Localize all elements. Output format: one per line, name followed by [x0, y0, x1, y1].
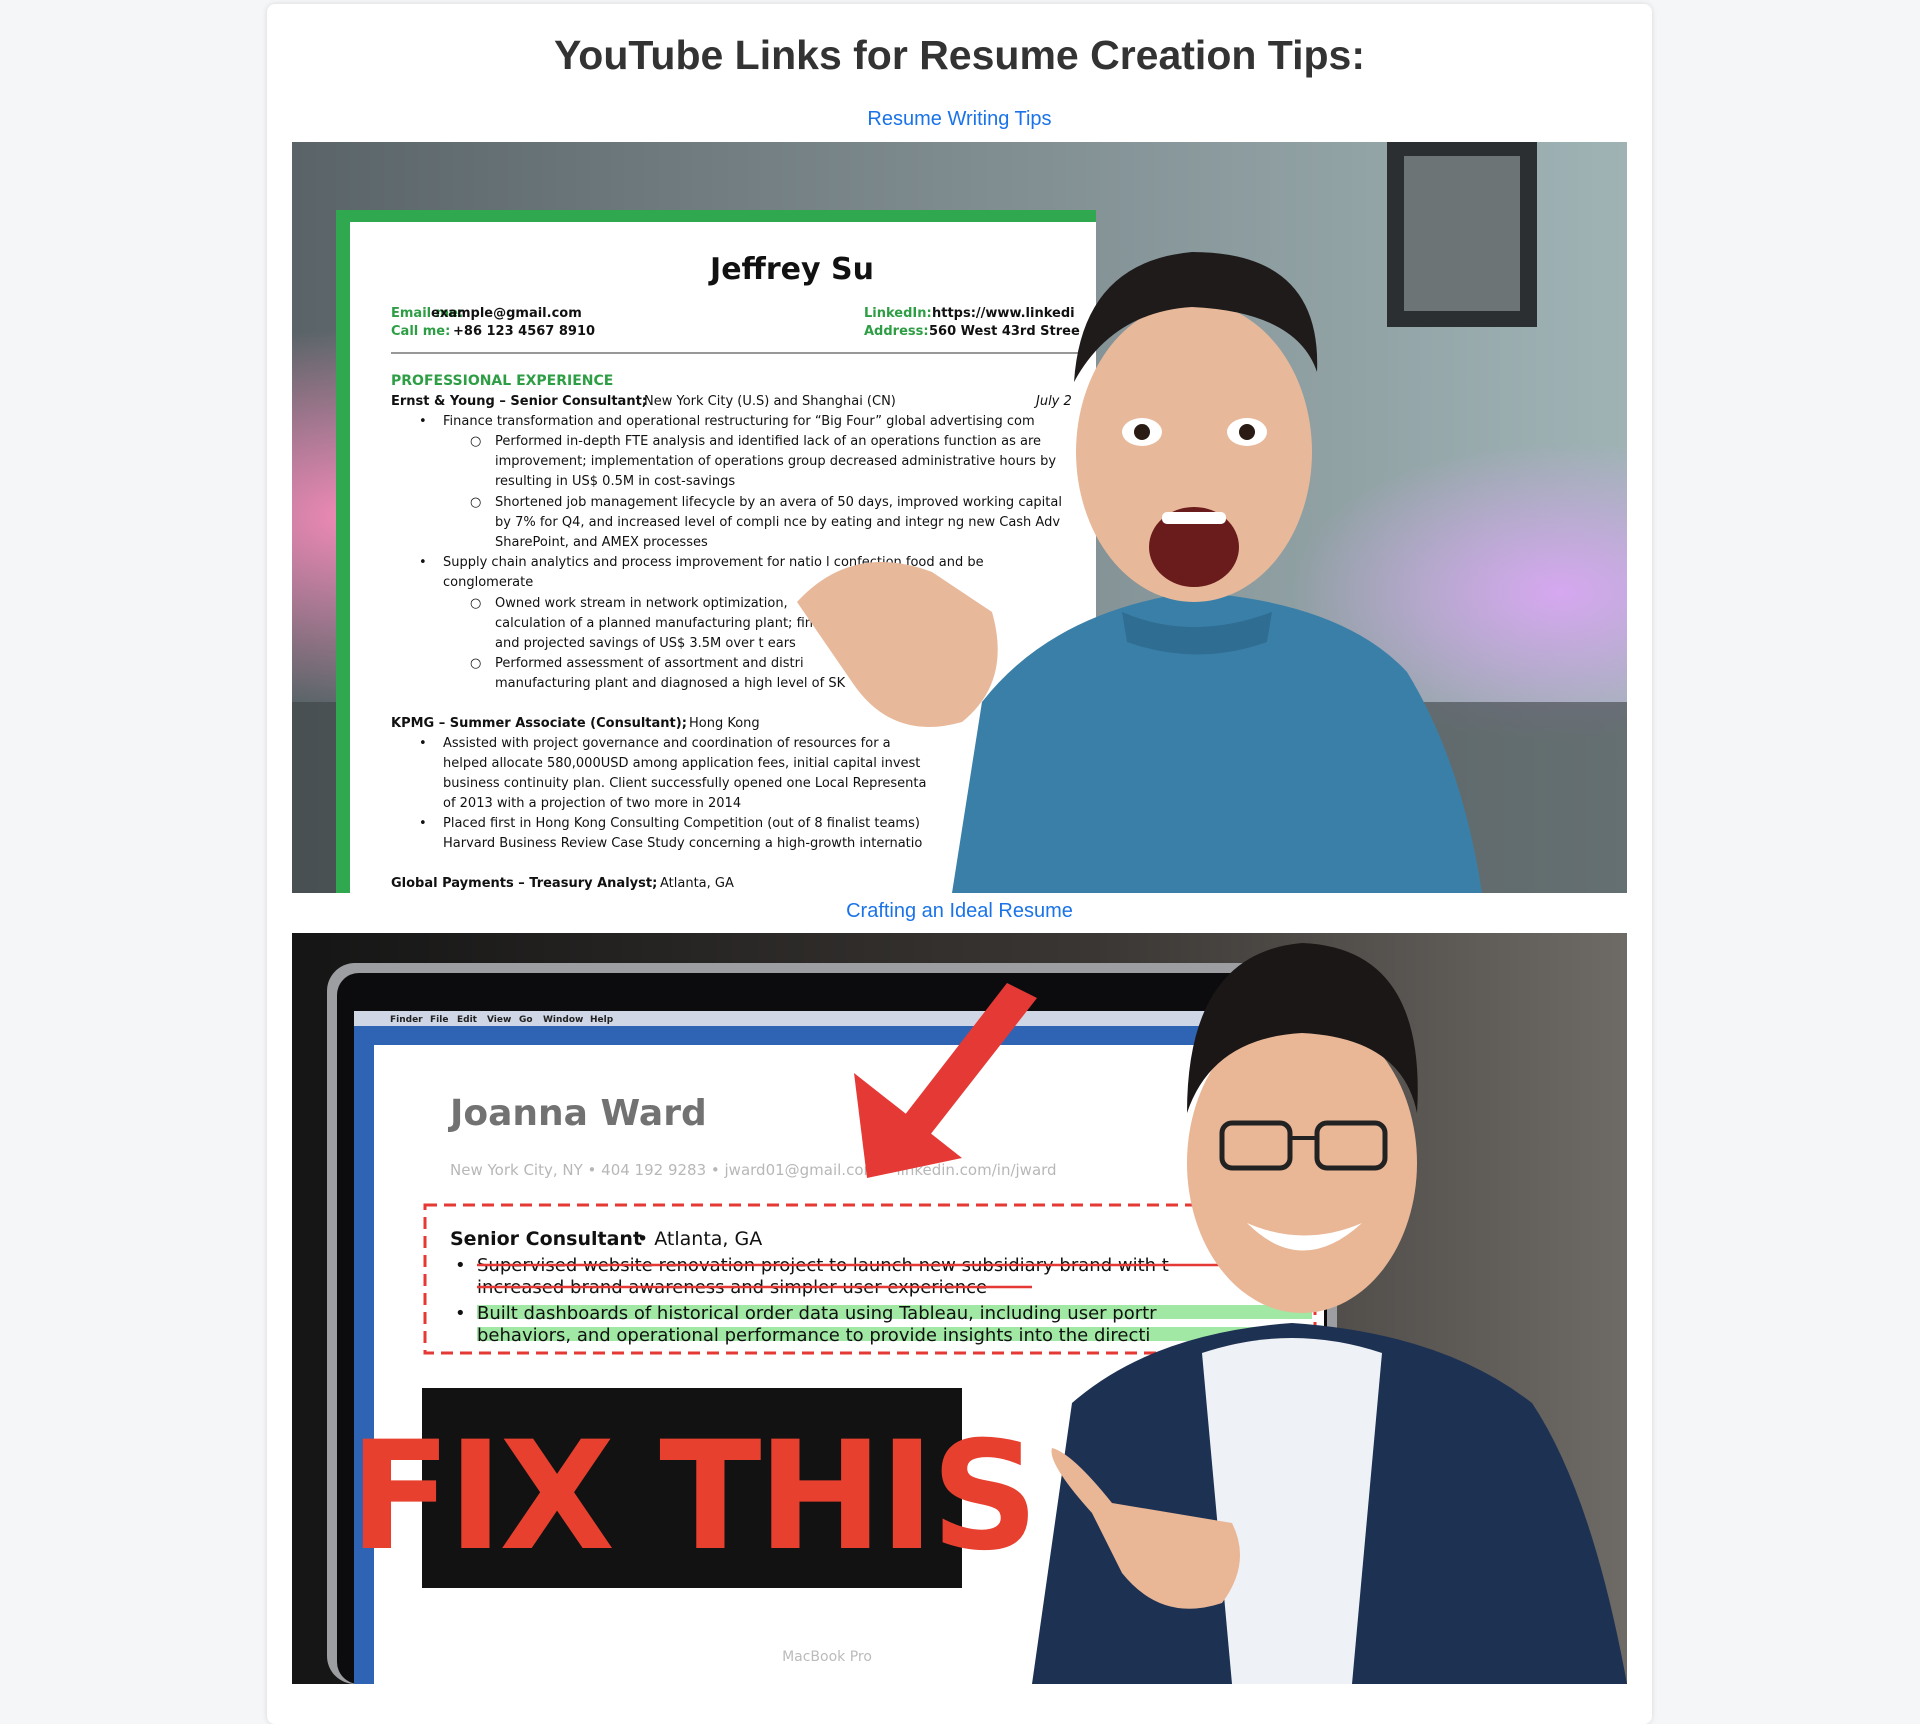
video-link-resume-writing-tips[interactable]: Resume Writing Tips: [267, 108, 1652, 131]
svg-text:Finance transformation and ope: Finance transformation and operational r…: [443, 414, 1035, 429]
video-thumbnail-resume-writing-tips[interactable]: Jeffrey Su Email me: example@gmail.com C…: [292, 142, 1627, 893]
svg-text:LinkedIn:: LinkedIn:: [864, 306, 932, 321]
page-title: YouTube Links for Resume Creation Tips:: [554, 32, 1365, 78]
svg-text:Harvard Business Review Case S: Harvard Business Review Case Study conce…: [443, 836, 922, 851]
svg-text:improvement; implementation of: improvement; implementation of operation…: [495, 454, 1056, 469]
svg-text:Assisted with project governan: Assisted with project governance and coo…: [443, 736, 891, 751]
resume-name-2: Joanna Ward: [447, 1093, 707, 1134]
svg-text:behaviors, and operational per: behaviors, and operational performance t…: [477, 1325, 1150, 1346]
svg-text:conglomerate: conglomerate: [443, 575, 533, 590]
resume-name: Jeffrey Su: [708, 252, 874, 287]
svg-text:+86 123 4567 8910: +86 123 4567 8910: [453, 324, 595, 339]
svg-text:calculation of a planned manuf: calculation of a planned manufacturing p…: [495, 616, 813, 631]
svg-text:SharePoint, and AMEX processes: SharePoint, and AMEX processes: [495, 535, 708, 550]
svg-text:Call me:: Call me:: [391, 324, 450, 339]
svg-text:July 2: July 2: [1033, 394, 1072, 409]
svg-text:of 2013 with a projection of t: of 2013 with a projection of two more in…: [443, 796, 741, 811]
svg-text:Global Payments – Treasury Ana: Global Payments – Treasury Analyst;: [391, 876, 657, 891]
thumbnail-1-graphic: Jeffrey Su Email me: example@gmail.com C…: [292, 142, 1627, 893]
svg-text:Edit: Edit: [457, 1015, 478, 1025]
svg-text:Performed in-depth FTE analysi: Performed in-depth FTE analysis and iden…: [495, 434, 1041, 449]
video-thumbnail-crafting-ideal-resume[interactable]: Finder File Edit View Go Window Help Joa…: [292, 933, 1627, 1684]
svg-text:•: •: [419, 414, 427, 429]
video-link-crafting-ideal-resume[interactable]: Crafting an Ideal Resume: [267, 900, 1652, 923]
svg-text:Atlanta, GA: Atlanta, GA: [660, 876, 734, 891]
content-card: YouTube Links for Resume Creation Tips: …: [267, 4, 1652, 1724]
svg-text:•: •: [419, 555, 427, 570]
svg-text:○: ○: [470, 656, 481, 671]
svg-text:Go: Go: [519, 1015, 533, 1025]
svg-text:• Atlanta, GA: • Atlanta, GA: [637, 1228, 762, 1250]
svg-text:File: File: [430, 1015, 448, 1025]
svg-text:Address:: Address:: [864, 324, 929, 339]
svg-text:KPMG – Summer Associate (Consu: KPMG – Summer Associate (Consultant);: [391, 716, 687, 731]
svg-text:•: •: [455, 1303, 466, 1324]
fix-this-overlay: FIX THIS: [349, 1410, 1035, 1584]
svg-text:resulting in US$ 0.5M in cost-: resulting in US$ 0.5M in cost-savings: [495, 474, 735, 489]
svg-text:example@gmail.com: example@gmail.com: [431, 306, 582, 321]
svg-text:MacBook Pro: MacBook Pro: [782, 1649, 872, 1665]
svg-text:Performed assessment of assort: Performed assessment of assortment and d…: [495, 656, 804, 671]
svg-text:and projected savings of US$ 3: and projected savings of US$ 3.5M over t…: [495, 636, 796, 651]
svg-text:Placed first in Hong Kong Cons: Placed first in Hong Kong Consulting Com…: [443, 816, 920, 831]
svg-text:•: •: [419, 816, 427, 831]
svg-text:Ernst & Young – Senior Consult: Ernst & Young – Senior Consultant;: [391, 394, 647, 409]
thumbnail-2-graphic: Finder File Edit View Go Window Help Joa…: [292, 933, 1627, 1684]
svg-text:https://www.linkedi: https://www.linkedi: [932, 306, 1075, 321]
svg-text:560 West 43rd Stree: 560 West 43rd Stree: [929, 324, 1080, 339]
svg-text:manufacturing plant and diagno: manufacturing plant and diagnosed a high…: [495, 676, 846, 691]
svg-text:•: •: [455, 1255, 466, 1276]
svg-text:○: ○: [470, 495, 481, 510]
svg-text:business continuity plan. Clie: business continuity plan. Client success…: [443, 776, 926, 791]
svg-text:Help: Help: [590, 1015, 614, 1025]
svg-text:Owned work stream in network o: Owned work stream in network optimizatio…: [495, 596, 788, 611]
svg-text:•: •: [419, 736, 427, 751]
svg-text:Shortened job management lifec: Shortened job management lifecycle by an…: [495, 495, 1062, 510]
svg-text:View: View: [487, 1015, 511, 1025]
svg-text:○: ○: [470, 596, 481, 611]
svg-text:by 7% for Q4, and increased le: by 7% for Q4, and increased level of com…: [495, 515, 1060, 530]
svg-text:Built dashboards of historical: Built dashboards of historical order dat…: [477, 1303, 1157, 1324]
svg-text:New York City, NY • 404 192 92: New York City, NY • 404 192 9283 • jward…: [450, 1161, 1057, 1179]
svg-text:Senior Consultant: Senior Consultant: [450, 1228, 642, 1250]
svg-text:PROFESSIONAL EXPERIENCE: PROFESSIONAL EXPERIENCE: [391, 373, 613, 389]
svg-text:Window: Window: [543, 1015, 583, 1025]
svg-text:Hong Kong: Hong Kong: [689, 716, 760, 731]
svg-text:New York City (U.S) and Shangh: New York City (U.S) and Shanghai (CN): [644, 394, 896, 409]
svg-text:helped allocate 580,000USD amo: helped allocate 580,000USD among applica…: [443, 756, 920, 771]
svg-text:Finder: Finder: [390, 1015, 423, 1025]
svg-text:○: ○: [470, 434, 481, 449]
